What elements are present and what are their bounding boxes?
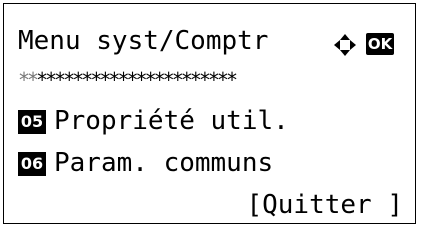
ok-key-icon[interactable]: OK xyxy=(366,33,394,55)
screen-title: Menu syst/Comptr xyxy=(18,26,269,56)
menu-item-common-settings[interactable]: 06 Param. communs xyxy=(18,148,273,178)
password-field: ************************ xyxy=(18,70,414,90)
exit-softkey[interactable]: [Quitter ] xyxy=(246,190,403,220)
menu-item-user-property[interactable]: 05 Propriété util. xyxy=(18,106,289,136)
menu-item-number: 06 xyxy=(18,152,46,176)
four-way-arrow-icon xyxy=(334,34,356,56)
menu-item-label: Propriété util. xyxy=(54,106,289,136)
menu-item-number: 05 xyxy=(18,110,46,134)
password-stars-dim: ** xyxy=(18,70,39,90)
password-stars: ********************** xyxy=(36,70,238,90)
menu-item-label: Param. communs xyxy=(54,148,274,178)
lcd-screen: Menu syst/Comptr OK ********************… xyxy=(3,3,416,224)
